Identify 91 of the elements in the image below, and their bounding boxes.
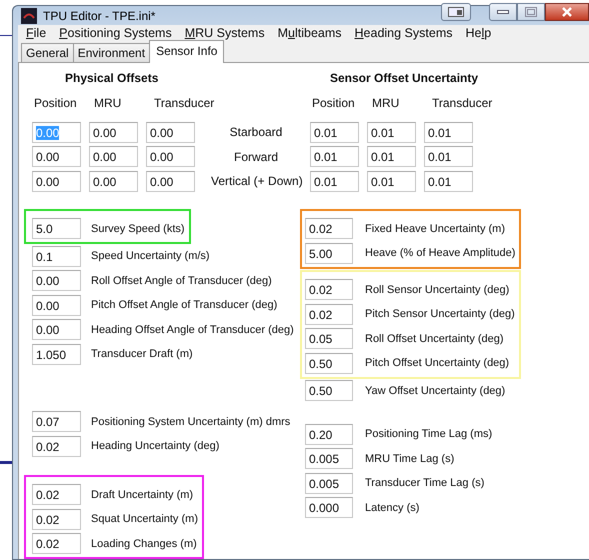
field-label: Roll Sensor Uncertainty (deg) (365, 284, 510, 296)
field-label: Transducer Draft (m) (91, 348, 193, 360)
input-field[interactable]: 0.00 (32, 170, 81, 192)
field-label: Pitch Offset Uncertainty (deg) (365, 357, 510, 370)
field-label: Pitch Sensor Uncertainty (deg) (365, 308, 515, 320)
menu-item[interactable]: Multibeams (278, 26, 342, 40)
field-label: Draft Uncertainty (m) (91, 488, 194, 501)
input-field[interactable]: 0.01 (310, 122, 359, 143)
axis-label: Forward (232, 150, 279, 164)
column-header: Transducer (153, 96, 212, 110)
input-field[interactable]: 0.05 (305, 328, 353, 350)
input-field[interactable]: 0.02 (32, 436, 81, 457)
input-field[interactable]: 0.01 (367, 122, 416, 143)
input-field[interactable]: 0.01 (424, 146, 473, 168)
column-header: MRU (371, 96, 400, 110)
input-field[interactable]: 0.01 (424, 122, 473, 143)
minimize-icon (497, 10, 509, 14)
input-field[interactable]: 0.1 (32, 246, 81, 267)
input-field[interactable]: 0.02 (305, 304, 353, 325)
maximize-icon (525, 6, 537, 17)
input-field[interactable]: 0.02 (32, 533, 81, 554)
section-heading: Physical Offsets (64, 71, 160, 85)
input-field[interactable]: 0.07 (32, 411, 81, 432)
input-field[interactable]: 0.00 (32, 294, 81, 316)
field-label: Squat Uncertainty (m) (91, 513, 198, 526)
input-field[interactable]: 0.00 (32, 270, 81, 292)
maximize-button[interactable] (517, 2, 545, 21)
input-field[interactable]: 0.00 (146, 122, 195, 143)
field-label: Fixed Heave Uncertainty (m) (365, 222, 505, 235)
input-field[interactable]: 0.00 (89, 122, 138, 143)
input-field[interactable]: 0.01 (367, 170, 416, 192)
section-heading: Sensor Offset Uncertainty (329, 71, 480, 85)
axis-label: Vertical (+ Down) (211, 174, 301, 188)
snap-button[interactable] (441, 2, 471, 21)
close-icon (561, 6, 573, 17)
input-field[interactable]: 0.00 (89, 170, 138, 192)
input-field[interactable]: 1.050 (32, 344, 81, 365)
input-field[interactable]: 0.00 (146, 146, 195, 168)
column-header: MRU (93, 96, 122, 110)
tab[interactable]: Sensor Info (149, 40, 224, 63)
field-label: Heave (% of Heave Amplitude) (365, 247, 516, 260)
window-icon (448, 6, 464, 17)
field-label: Positioning System Uncertainty (m) dmrs (91, 416, 290, 428)
column-header: Transducer (431, 96, 490, 110)
input-field[interactable]: 0.000 (305, 497, 353, 518)
input-field[interactable]: 0.01 (310, 170, 359, 192)
field-label: Latency (s) (365, 502, 420, 514)
field-label: MRU Time Lag (s) (365, 452, 454, 465)
menu-item[interactable]: Positioning Systems (59, 26, 172, 40)
field-label: Loading Changes (m) (91, 538, 197, 550)
input-field[interactable]: 0.20 (305, 424, 353, 445)
menu-item[interactable]: File (26, 26, 46, 40)
field-label: Transducer Time Lag (s) (365, 477, 484, 490)
field-label: Survey Speed (kts) (91, 222, 185, 235)
input-field[interactable]: 0.02 (32, 484, 81, 506)
field-label: Speed Uncertainty (m/s) (91, 250, 210, 262)
column-header: Position (33, 96, 78, 110)
tab[interactable]: General (21, 43, 74, 62)
field-label: Heading Uncertainty (deg) (91, 440, 220, 452)
input-field[interactable]: 0.50 (305, 380, 353, 402)
field-label: Yaw Offset Uncertainty (deg) (365, 384, 506, 397)
input-field[interactable]: 0.005 (305, 472, 353, 494)
field-label: Heading Offset Angle of Transducer (deg) (91, 324, 294, 336)
input-field[interactable]: 0.00 (32, 146, 81, 168)
input-field[interactable]: 0.00 (146, 170, 195, 192)
input-field[interactable]: 0.01 (367, 146, 416, 168)
close-button[interactable] (545, 2, 589, 21)
input-field[interactable]: 0.02 (32, 508, 81, 530)
minimize-button[interactable] (489, 2, 517, 21)
input-field[interactable]: 0.01 (424, 170, 473, 192)
field-label: Positioning Time Lag (ms) (365, 428, 492, 440)
input-field[interactable]: 5.0 (32, 218, 81, 240)
menu-item[interactable]: MRU Systems (184, 26, 265, 40)
column-header: Position (311, 96, 356, 110)
input-field[interactable]: 0.01 (310, 146, 359, 168)
tab[interactable]: Environment (72, 43, 150, 62)
input-field[interactable]: 0.02 (305, 218, 353, 240)
input-field[interactable]: 0.005 (305, 448, 353, 470)
axis-label: Starboard (228, 125, 284, 140)
field-label: Roll Offset Angle of Transducer (deg) (91, 274, 272, 287)
menu-item[interactable]: Heading Systems (354, 26, 452, 40)
window-title: TPU Editor - TPE.ini* (43, 8, 156, 23)
input-field[interactable]: 0.00 (32, 319, 81, 340)
input-field[interactable]: 0.00 (89, 146, 138, 168)
input-field[interactable]: 5.00 (305, 242, 353, 264)
input-field[interactable]: 0.02 (305, 279, 353, 300)
app-icon (21, 8, 37, 24)
input-field[interactable]: 0.50 (305, 352, 353, 374)
menu-item[interactable]: Help (465, 26, 492, 40)
field-label: Pitch Offset Angle of Transducer (deg) (91, 299, 278, 312)
field-label: Roll Offset Uncertainty (deg) (365, 332, 504, 345)
